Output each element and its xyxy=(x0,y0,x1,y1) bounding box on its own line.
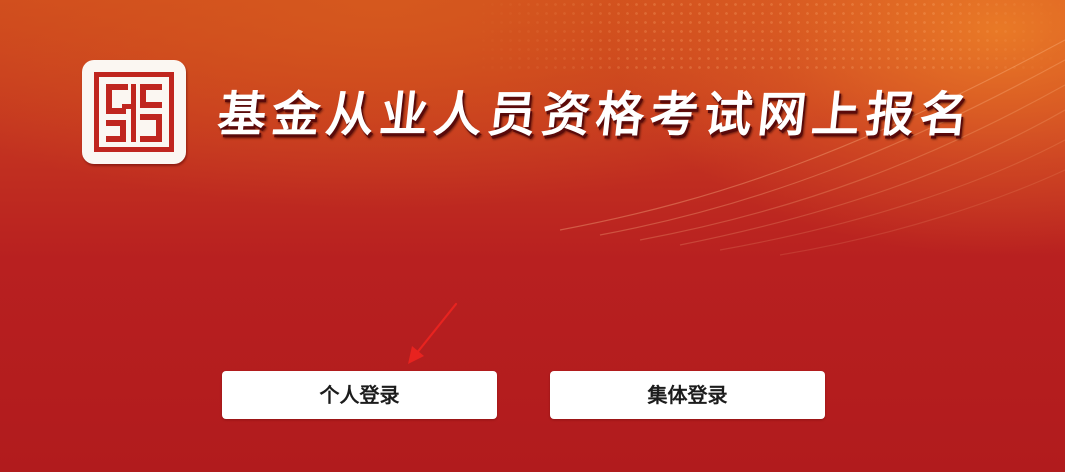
decorative-dot-pattern xyxy=(470,0,1065,70)
pointer-arrow-icon xyxy=(408,302,458,364)
group-login-button[interactable]: 集体登录 xyxy=(550,371,825,419)
personal-login-button[interactable]: 个人登录 xyxy=(222,371,497,419)
seal-logo-icon xyxy=(82,60,186,164)
page-title: 基金从业人员资格考试网上报名 xyxy=(215,87,977,143)
